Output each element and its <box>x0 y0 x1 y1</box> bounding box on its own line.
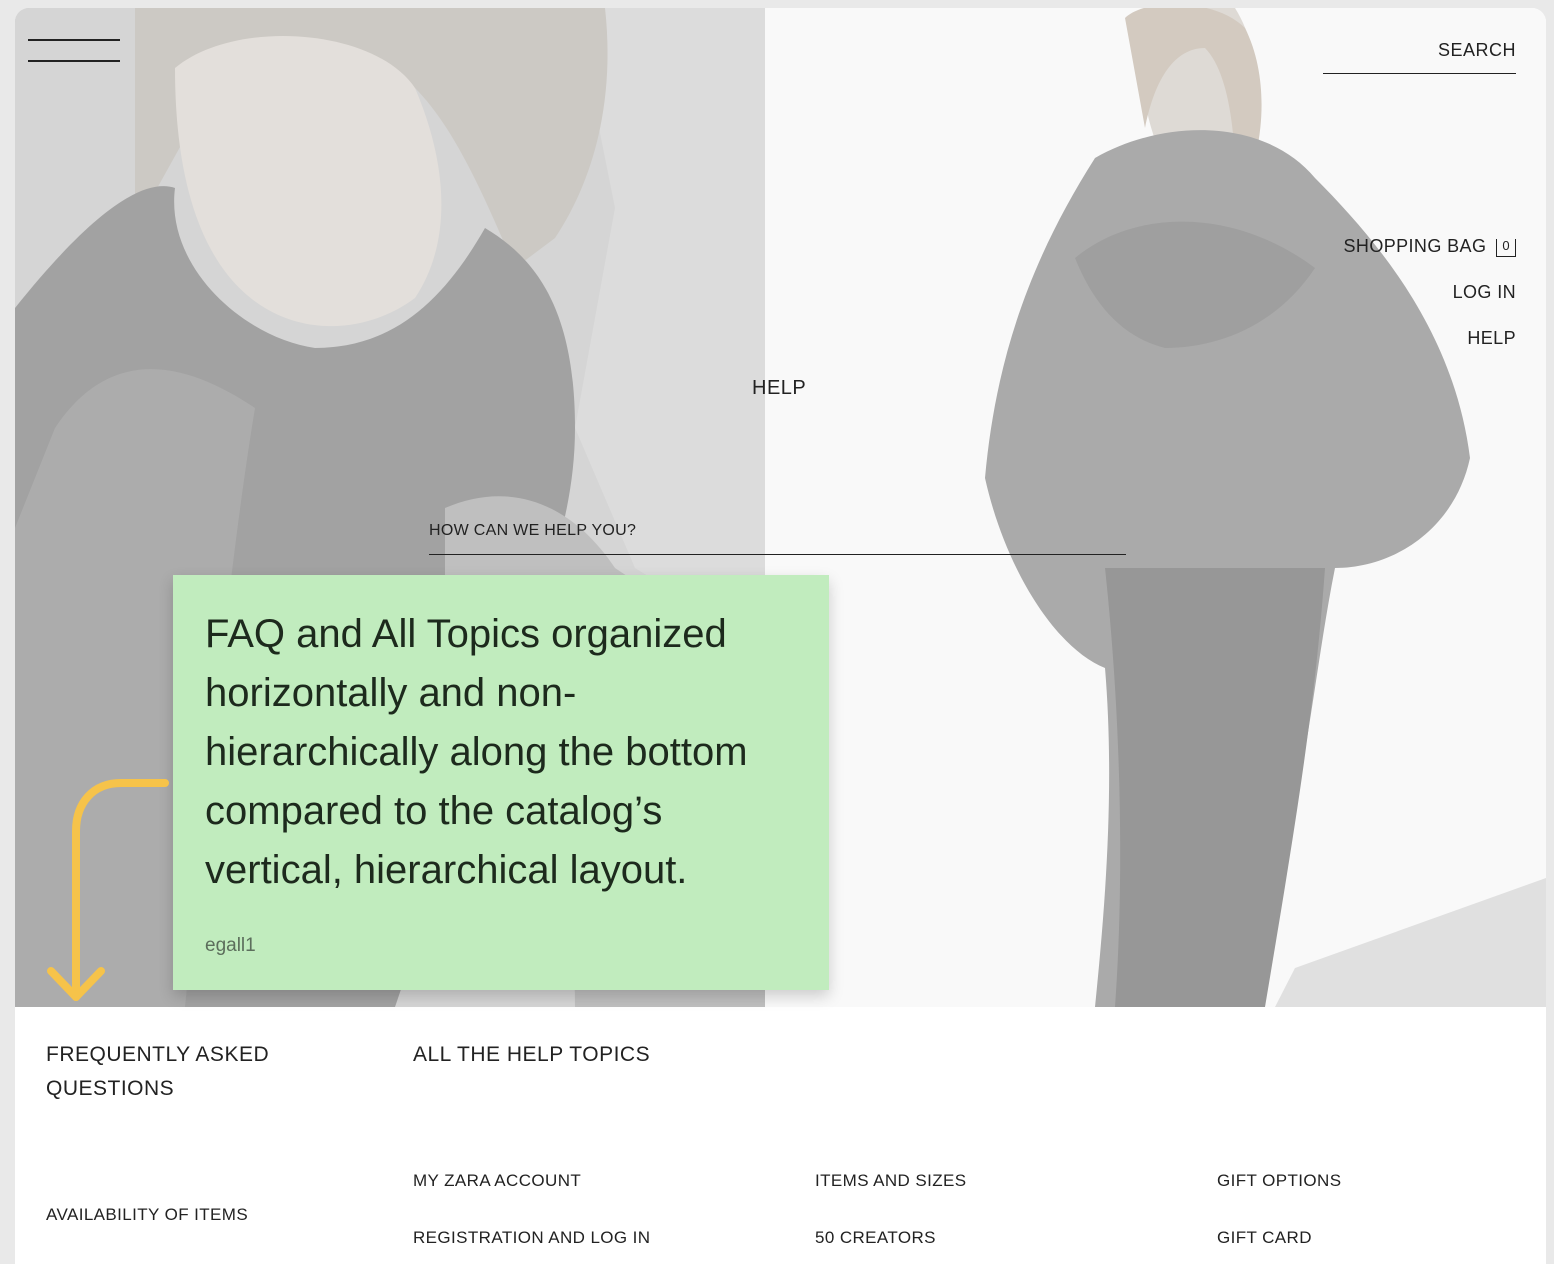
menu-icon-line-top <box>28 39 120 41</box>
topic-link[interactable]: GIFT OPTIONS <box>1217 1171 1341 1191</box>
shopping-bag-link[interactable]: SHOPPING BAG 0 <box>1344 234 1516 280</box>
log-in-link[interactable]: LOG IN <box>1344 280 1516 326</box>
bag-count-badge: 0 <box>1496 239 1516 257</box>
search-button[interactable]: SEARCH <box>1323 38 1516 74</box>
shopping-bag-label: SHOPPING BAG <box>1343 236 1487 256</box>
help-search-input[interactable] <box>429 518 1126 544</box>
annotation-text: FAQ and All Topics organized horizontall… <box>205 612 748 892</box>
topic-link[interactable]: GIFT CARD <box>1217 1228 1312 1248</box>
right-nav: SHOPPING BAG 0 LOG IN HELP <box>1344 234 1516 372</box>
help-search-field[interactable] <box>429 518 1126 555</box>
search-label: SEARCH <box>1437 40 1516 60</box>
help-topics-heading: ALL THE HELP TOPICS <box>413 1043 651 1066</box>
menu-icon[interactable] <box>28 38 120 62</box>
topic-link[interactable]: REGISTRATION AND LOG IN <box>413 1228 650 1248</box>
topic-link[interactable]: MY ZARA ACCOUNT <box>413 1171 581 1191</box>
page-frame: SEARCH SHOPPING BAG 0 LOG IN HELP HELP FA… <box>15 8 1546 1264</box>
annotation-author: egall1 <box>205 935 256 956</box>
annotation-sticky-note: FAQ and All Topics organized horizontall… <box>173 575 829 990</box>
help-link[interactable]: HELP <box>1344 326 1516 372</box>
annotation-arrow-icon <box>47 779 169 1001</box>
page-title: HELP <box>752 377 807 399</box>
faq-item[interactable]: AVAILABILITY OF ITEMS <box>46 1205 248 1225</box>
menu-icon-line-bottom <box>28 60 120 62</box>
faq-heading: FREQUENTLY ASKED QUESTIONS <box>46 1043 270 1100</box>
topic-link[interactable]: 50 CREATORS <box>815 1228 936 1248</box>
topic-link[interactable]: ITEMS AND SIZES <box>815 1171 966 1191</box>
